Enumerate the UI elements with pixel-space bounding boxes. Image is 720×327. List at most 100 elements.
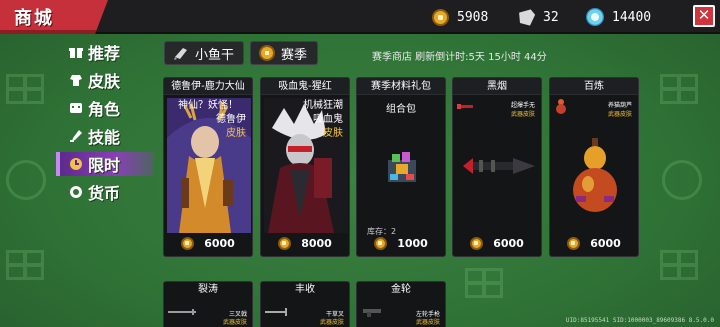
card-price: 1000 (397, 236, 428, 250)
card-title: 丰收 (295, 284, 315, 295)
gift-decoration-icon (465, 268, 503, 298)
cat-face-decoration-icon (6, 160, 46, 200)
card-desc-line: 组合包 (386, 104, 416, 115)
card-desc-line: 干草叉 (325, 311, 344, 318)
filter-season-button[interactable]: 赛季 (250, 41, 318, 65)
shop-card-vampire-skin[interactable]: 吸血鬼-猩红 机械狂潮 吸血鬼 皮肤 8000 (260, 77, 350, 257)
limited-time-icon (68, 156, 84, 172)
card-price: 6000 (590, 236, 621, 250)
card-title: 吸血鬼-猩红 (261, 78, 349, 95)
gift-decoration-icon (6, 74, 44, 104)
gold-coin-icon (470, 236, 484, 250)
filter-dried-fish-button[interactable]: 小鱼干 (164, 41, 244, 65)
gourd-thumbnail-icon (554, 98, 568, 114)
dried-fish-icon (173, 45, 189, 61)
shop-card-lietao[interactable]: 裂涛 三叉戟 武器皮肤 (163, 281, 253, 327)
sidebar-item-label: 货币 (88, 184, 121, 203)
sidebar-item-label: 限时 (88, 156, 121, 175)
card-desc-line: 三叉戟 (228, 311, 247, 318)
gourd-weapon-art (566, 136, 622, 216)
gem-amount: 14400 (612, 9, 652, 25)
sidebar-item-label: 推荐 (88, 44, 121, 63)
gold-coin-counter: 5908 (432, 7, 488, 27)
shop-card-bailian[interactable]: 百炼 养猫葫芦 武器皮肤 6000 (549, 77, 639, 257)
card-desc-line: 吸血鬼 (313, 114, 343, 125)
shop-card-season-material-pack[interactable]: 赛季材料礼包 组合包 库存：2 1000 (356, 77, 446, 257)
price-row: 6000 (550, 234, 638, 252)
category-sidebar: 推荐 皮肤 角色 技能 限时 货币 (56, 40, 154, 208)
close-button[interactable]: ✕ (693, 5, 715, 27)
weapon-skin-tag: 武器皮肤 (415, 319, 440, 326)
card-title: 德鲁伊-鹿力大仙 (164, 78, 252, 95)
card-price: 6000 (493, 236, 524, 250)
card-price: 8000 (301, 236, 332, 250)
gold-coin-icon (432, 8, 449, 26)
dried-fish-amount: 32 (543, 9, 559, 25)
card-desc-line: 左轮手枪 (415, 311, 440, 318)
weapon-skin-tag: 武器皮肤 (222, 319, 247, 326)
currency-icon (68, 184, 84, 200)
shop-card-fengshou[interactable]: 丰收 干草叉 武器皮肤 (260, 281, 350, 327)
gold-coin-icon (278, 236, 292, 250)
skin-tag: 皮肤 (323, 128, 343, 139)
gold-coin-icon (567, 236, 581, 250)
black-smoke-weapon-art (459, 148, 535, 184)
character-icon (68, 100, 84, 116)
weapon-skin-tag: 武器皮肤 (510, 111, 535, 118)
skin-icon (68, 72, 84, 88)
skin-tag: 皮肤 (226, 128, 246, 139)
weapon-thumbnail-icon (457, 98, 477, 110)
card-title: 裂涛 (198, 284, 218, 295)
sidebar-item-skins[interactable]: 皮肤 (58, 68, 154, 92)
gift-decoration-icon (6, 250, 44, 280)
sidebar-item-label: 皮肤 (88, 72, 121, 91)
gold-coin-icon (374, 236, 388, 250)
page-title: 商城 (14, 8, 54, 29)
sidebar-item-limited-time[interactable]: 限时 (56, 152, 154, 176)
trident-thumbnail-icon (168, 309, 196, 315)
card-title: 黑烟 (453, 78, 541, 95)
weapon-skin-tag: 武器皮肤 (319, 319, 344, 326)
card-desc-line: 机械狂潮 (303, 100, 343, 111)
shop-card-druid-skin[interactable]: 德鲁伊-鹿力大仙 神仙？妖怪！ 德鲁伊 皮肤 6000 (163, 77, 253, 257)
card-desc-line: 德鲁伊 (216, 114, 246, 125)
dried-fish-icon (515, 5, 539, 29)
sidebar-item-recommended[interactable]: 推荐 (58, 40, 154, 64)
gem-icon (586, 8, 604, 26)
card-desc-line: 养猫葫芦 (607, 102, 632, 109)
gem-counter: 14400 (586, 7, 651, 27)
build-info: UID:85195541 SID:1000003_89609386 8.5.0.… (565, 317, 714, 324)
skill-icon (68, 128, 84, 144)
sidebar-item-skills[interactable]: 技能 (58, 124, 154, 148)
dried-fish-counter: 32 (518, 7, 559, 27)
sidebar-item-currency[interactable]: 货币 (58, 180, 154, 204)
gift-icon (68, 44, 84, 60)
top-bar: 商城 5908 32 14400 ✕ (0, 0, 720, 34)
shop-card-jinlun[interactable]: 金轮 左轮手枪 武器皮肤 (356, 281, 446, 327)
shop-card-black-smoke[interactable]: 黑烟 超爆手无 武器皮肤 6000 (452, 77, 542, 257)
card-title: 百炼 (550, 78, 638, 95)
price-row: 6000 (453, 234, 541, 252)
filter-dried-fish-label: 小鱼干 (195, 47, 235, 63)
gold-coin-icon (259, 45, 275, 61)
sidebar-item-characters[interactable]: 角色 (58, 96, 154, 120)
material-pack-icon (382, 148, 420, 188)
card-title: 金轮 (391, 284, 411, 295)
weapon-skin-tag: 武器皮肤 (607, 111, 632, 118)
card-desc-line: 超爆手无 (510, 102, 535, 109)
price-row: 6000 (164, 234, 252, 252)
pitchfork-thumbnail-icon (265, 308, 287, 316)
card-price: 6000 (204, 236, 235, 250)
gold-coin-amount: 5908 (457, 9, 489, 25)
filter-season-label: 赛季 (281, 47, 308, 63)
sidebar-item-label: 技能 (88, 128, 121, 147)
price-row: 1000 (357, 234, 445, 252)
revolver-thumbnail-icon (363, 309, 381, 317)
card-title: 赛季材料礼包 (357, 78, 445, 95)
card-desc-line: 神仙？妖怪！ (178, 100, 238, 111)
season-refresh-countdown: 赛季商店 刷新倒计时:5天 15小时 44分 (372, 52, 547, 63)
price-row: 8000 (261, 234, 349, 252)
gift-decoration-icon (660, 250, 698, 280)
sidebar-item-label: 角色 (88, 100, 121, 119)
gift-decoration-icon (660, 74, 698, 104)
